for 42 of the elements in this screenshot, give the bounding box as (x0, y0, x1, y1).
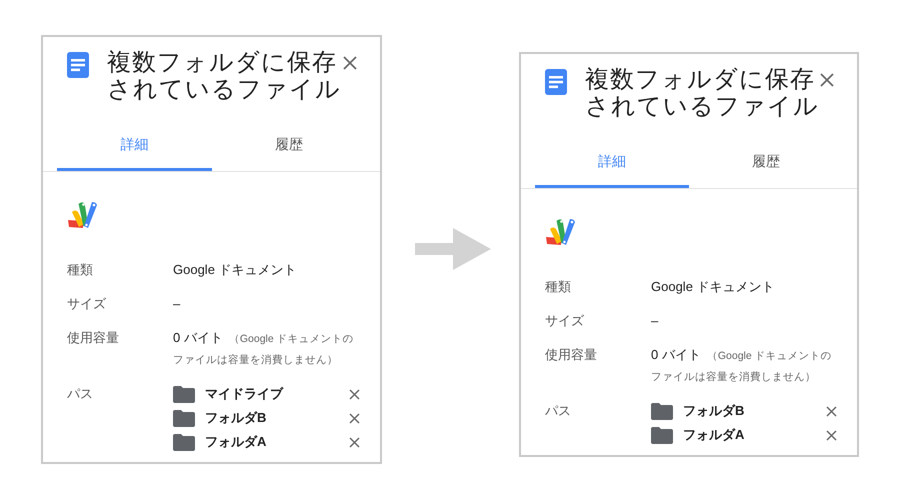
remove-button[interactable] (825, 405, 837, 417)
folder-name: フォルダB (205, 409, 266, 428)
tab[interactable]: 詳細 (535, 138, 689, 188)
tab[interactable]: 履歴 (212, 121, 366, 171)
detail-value: – (651, 312, 660, 330)
fan-icon (67, 200, 99, 230)
remove-button[interactable] (825, 429, 837, 441)
detail-value: 0 バイト （Google ドキュメントのファイルは容量を消費しません） (651, 346, 833, 385)
panel-title: 複数フォルダに保存されているファイル (107, 49, 342, 103)
tab[interactable]: 履歴 (689, 138, 843, 188)
detail-label: 使用容量 (67, 329, 120, 347)
folder-name: フォルダA (205, 433, 266, 452)
detail-label: パス (545, 402, 572, 420)
panel-title: 複数フォルダに保存されているファイル (585, 66, 820, 120)
fan-icon (545, 217, 577, 247)
remove-button[interactable] (348, 412, 360, 424)
document-icon (545, 69, 567, 95)
detail-label: 種類 (67, 261, 94, 279)
detail-label: 使用容量 (545, 346, 598, 364)
right-arrow-icon (415, 228, 491, 270)
folder-name: フォルダB (683, 402, 744, 420)
folder-icon (173, 386, 195, 402)
detail-label: サイズ (67, 295, 107, 313)
folder-name: マイドライブ (205, 385, 283, 404)
detail-value: – (173, 295, 182, 313)
folder-name: フォルダA (683, 426, 744, 444)
tab[interactable]: 詳細 (57, 121, 212, 171)
detail-label: パス (67, 385, 94, 403)
remove-button[interactable] (348, 388, 360, 400)
detail-value: Google ドキュメント (173, 261, 298, 279)
detail-value: Google ドキュメント (651, 278, 776, 296)
folder-icon (651, 426, 673, 444)
document-icon (67, 52, 89, 78)
detail-label: サイズ (545, 312, 585, 330)
folder-icon (173, 410, 195, 426)
close-button[interactable] (819, 72, 835, 88)
detail-value: 0 バイト （Google ドキュメントのファイルは容量を消費しません） (173, 329, 355, 368)
folder-icon (651, 402, 673, 420)
remove-button[interactable] (348, 436, 360, 448)
close-button[interactable] (342, 55, 358, 71)
folder-icon (173, 434, 195, 450)
detail-label: 種類 (545, 278, 572, 296)
